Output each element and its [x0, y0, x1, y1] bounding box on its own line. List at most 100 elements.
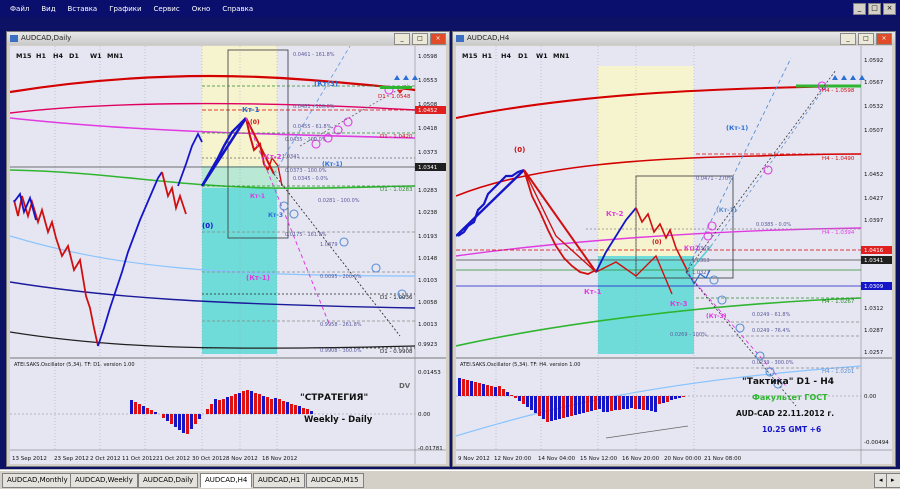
strategy-title: "СТРАТЕГИЯ" — [300, 393, 368, 403]
oscillator-bar — [526, 396, 529, 407]
menu-tools[interactable]: Сервис — [148, 2, 186, 13]
app-minimize-button[interactable]: _ — [853, 3, 866, 15]
svg-text:23 Sep 2012: 23 Sep 2012 — [54, 456, 89, 462]
oscillator-bar — [478, 383, 481, 396]
chart-window-daily[interactable]: AUDCAD,Daily _ □ × Кт-1 (0) (Кт-3) Кт-2 … — [6, 31, 450, 467]
tab-m15[interactable]: AUDCAD,M15 — [306, 473, 364, 488]
kt3-tag: Кт-3 — [670, 300, 688, 308]
oscillator-bar — [262, 396, 265, 414]
level-label-5: D1 - 0.9908 — [380, 349, 413, 355]
menu-view[interactable]: Вид — [35, 2, 61, 13]
dv-label: DV — [399, 382, 411, 390]
kt3-tag: Кт-3 — [268, 212, 283, 219]
svg-text:1.0013: 1.0013 — [418, 322, 438, 328]
tab-daily[interactable]: AUDCAD,Daily — [138, 473, 199, 488]
h4-chart-svg[interactable]: (0) (Кт-1) Кт-2 Кт-1 Кт-3 (Кт-3) Кт-2 (0… — [455, 46, 892, 464]
tf-h1[interactable]: H1 — [482, 52, 492, 60]
svg-text:1.0103: 1.0103 — [418, 278, 438, 284]
tf-w1[interactable]: W1 — [536, 52, 548, 60]
daily-chart-svg[interactable]: Кт-1 (0) (Кт-3) Кт-2 Кт-1 Кт-3 (0) (Кт-1… — [9, 45, 446, 464]
svg-text:1.0532: 1.0532 — [864, 104, 883, 110]
app-close-button[interactable]: × — [883, 3, 896, 15]
svg-text:1.0312: 1.0312 — [864, 306, 883, 312]
oscillator-bar — [146, 408, 149, 414]
tf-d1[interactable]: D1 — [518, 52, 528, 60]
oscillator-bar — [474, 382, 477, 396]
tab-scroll-right[interactable]: ▸ — [886, 473, 900, 488]
svg-text:21 Nov 08:00: 21 Nov 08:00 — [704, 456, 742, 462]
oscillator-bar — [306, 409, 309, 414]
tf-m15[interactable]: M15 — [16, 52, 32, 60]
svg-text:-0.00494: -0.00494 — [864, 440, 889, 446]
chart-plot-area[interactable]: Кт-1 (0) (Кт-3) Кт-2 Кт-1 Кт-3 (0) (Кт-1… — [9, 45, 446, 464]
chart-window-title: AUDCAD,Daily — [21, 34, 72, 42]
maximize-button[interactable]: □ — [858, 33, 874, 45]
price-marker-current: 1.0416 — [864, 248, 884, 254]
tab-h1[interactable]: AUDCAD,H1 — [253, 473, 306, 488]
svg-text:1.0058: 1.0058 — [418, 300, 438, 306]
tab-monthly[interactable]: AUDCAD,Monthly — [2, 473, 73, 488]
menu-help[interactable]: Справка — [216, 2, 259, 13]
app-restore-button[interactable]: □ — [868, 3, 881, 15]
tab-weekly[interactable]: AUDCAD,Weekly — [70, 473, 138, 488]
fib-label-8: 0.0095 - 200.0% — [320, 274, 362, 280]
tf-m15[interactable]: M15 — [462, 52, 478, 60]
tf-h1[interactable]: H1 — [36, 52, 46, 60]
oscillator-bar — [566, 396, 569, 417]
oscillator-bar — [138, 404, 141, 414]
chart-icon — [456, 35, 464, 42]
oscillator-bar — [206, 409, 209, 414]
tf-mn1[interactable]: MN1 — [107, 52, 124, 60]
menu-file[interactable]: Файл — [4, 2, 35, 13]
svg-text:21 Oct 2012: 21 Oct 2012 — [156, 456, 190, 462]
chart-window-h4[interactable]: AUDCAD,H4 _ □ × (0) (Кт-1) Кт-2 Кт-1 Кт-… — [452, 31, 896, 467]
menu-charts[interactable]: Графики — [103, 2, 147, 13]
oscillator-bar — [646, 396, 649, 410]
menu-insert[interactable]: Вставка — [62, 2, 104, 13]
level-label-2: D1 - 1.0420 — [380, 134, 413, 140]
tf-h4[interactable]: H4 — [53, 52, 63, 60]
close-button[interactable]: × — [876, 33, 892, 45]
svg-text:1.0148: 1.0148 — [418, 256, 438, 262]
oscillator-bar — [614, 396, 617, 410]
oscillator-bar — [538, 396, 541, 416]
chart-plot-area[interactable]: (0) (Кт-1) Кт-2 Кт-1 Кт-3 (Кт-3) Кт-2 (0… — [455, 46, 892, 464]
tf-mn1[interactable]: MN1 — [553, 52, 570, 60]
svg-text:1.0418: 1.0418 — [418, 126, 438, 132]
oscillator-bar — [250, 391, 253, 414]
close-button[interactable]: × — [430, 33, 446, 45]
zero-low-tag: (0) — [202, 222, 213, 230]
price-marker-current: 1.0452 — [418, 108, 437, 114]
minimize-button[interactable]: _ — [394, 33, 410, 45]
oscillator-bar — [542, 396, 545, 419]
chart-window-titlebar[interactable]: AUDCAD,Daily _ □ × — [7, 32, 449, 45]
oscillator-bar — [518, 396, 521, 401]
kt3-top-tag: (Кт-3) — [314, 80, 338, 88]
oscillator-bar — [622, 396, 625, 409]
oscillator-bar — [554, 396, 557, 420]
oscillator-bar — [602, 396, 605, 412]
oscillator-bar — [238, 393, 241, 414]
minimize-button[interactable]: _ — [840, 33, 856, 45]
oscillator-bar — [658, 396, 661, 404]
tf-d1[interactable]: D1 — [69, 52, 79, 60]
maximize-button[interactable]: □ — [412, 33, 428, 45]
fib-label-6: 0.0281 - 100.0% — [318, 198, 360, 204]
tab-h4[interactable]: AUDCAD,H4 — [200, 473, 253, 488]
svg-text:1.0193: 1.0193 — [418, 234, 438, 240]
time-axis: 13 Sep 2012 23 Sep 2012 2 Oct 2012 11 Oc… — [12, 456, 297, 462]
kt2-tag: Кт-2 — [264, 153, 282, 161]
tf-h4[interactable]: H4 — [501, 52, 511, 60]
svg-text:0.00: 0.00 — [864, 394, 877, 400]
chart-window-titlebar[interactable]: AUDCAD,H4 _ □ × — [453, 32, 895, 45]
oscillator-bar — [506, 392, 509, 396]
tf-w1[interactable]: W1 — [90, 52, 102, 60]
level-label-3: D1 - 1.0283 — [380, 187, 413, 193]
fib-label-10: 0.9908 - 300.0% — [320, 348, 362, 354]
oscillator-bar — [650, 396, 653, 411]
menu-window[interactable]: Окно — [186, 2, 217, 13]
chart-icon — [10, 35, 18, 42]
pair-date-label: AUD-CAD 22.11.2012 г. — [736, 409, 834, 418]
oscillator-bar — [170, 414, 173, 424]
oscillator-bar — [186, 414, 189, 434]
